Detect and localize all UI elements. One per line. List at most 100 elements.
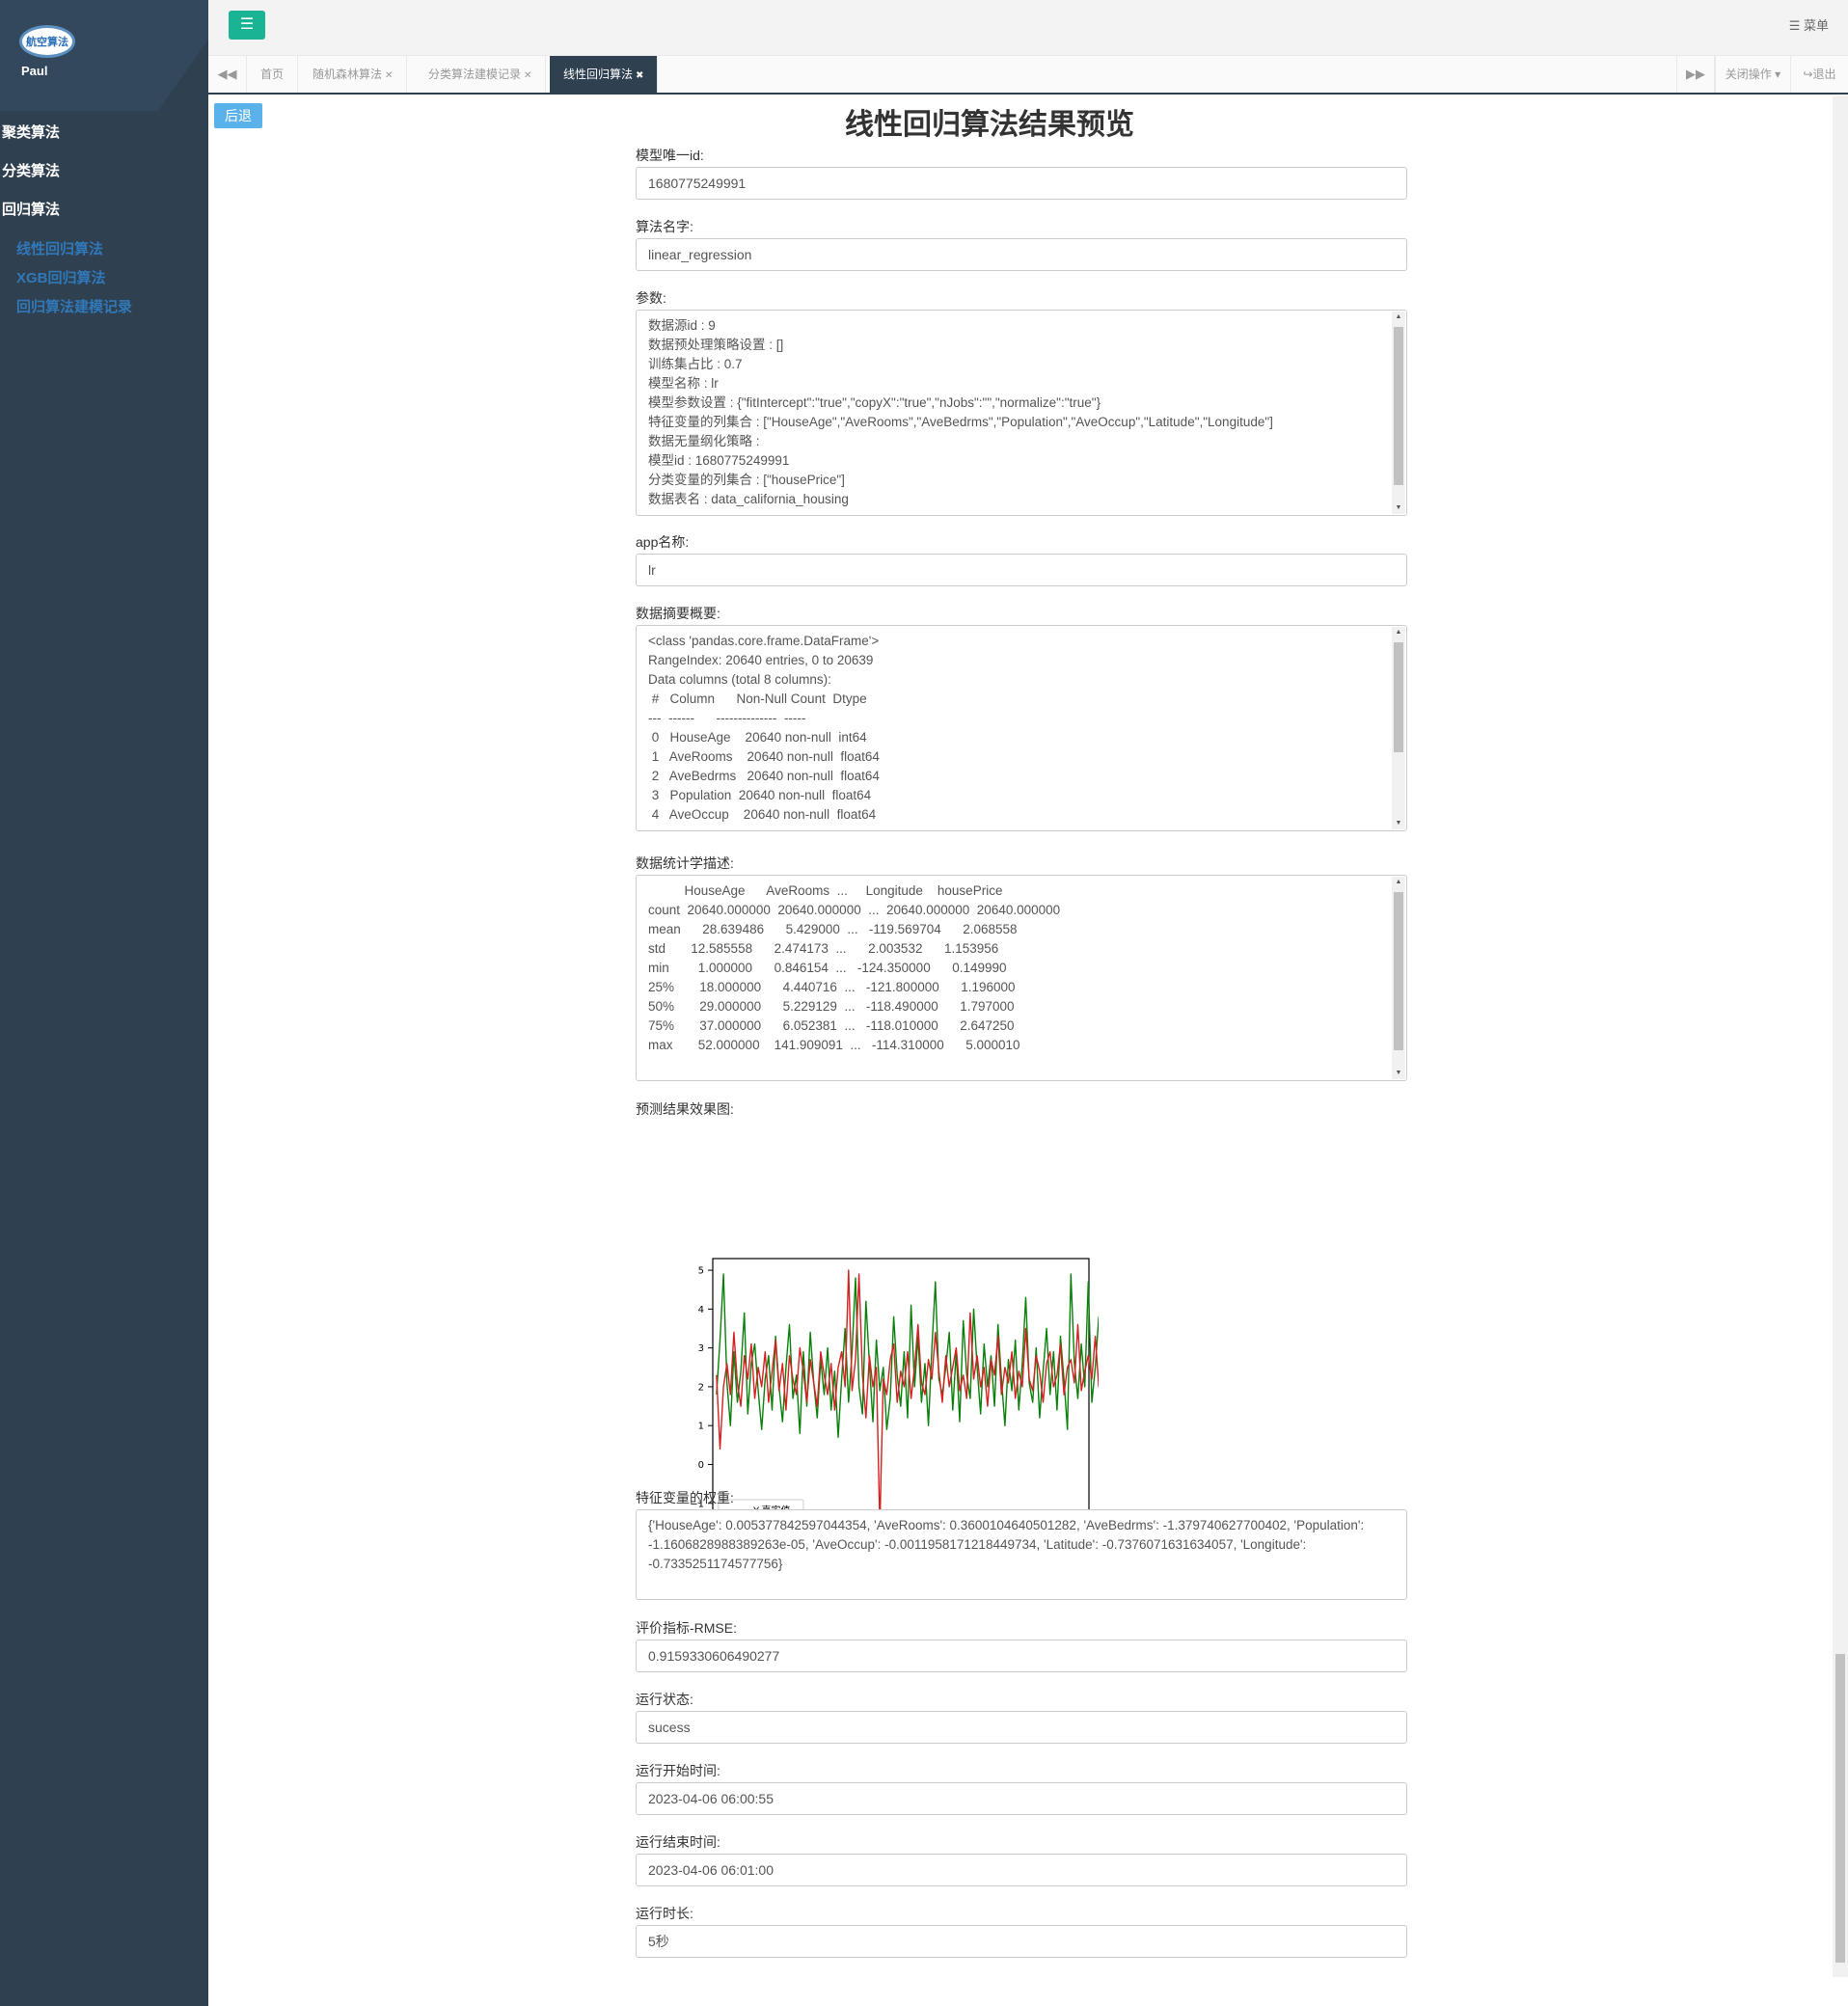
field-label: 运行状态:	[636, 1692, 693, 1707]
arrow-down-icon[interactable]: ▼	[1392, 1068, 1405, 1079]
scrollbar[interactable]: ▲ ▼	[1392, 312, 1405, 514]
app-name-input[interactable]: lr	[636, 554, 1407, 586]
close-ops-label: 关闭操作	[1725, 68, 1772, 81]
field-label: app名称:	[636, 534, 690, 550]
params-text: 数据源id : 9 数据预处理策略设置 : [] 训练集占比 : 0.7 模型名…	[648, 318, 1273, 506]
field-algo-name: 算法名字: linear_regression	[636, 217, 1407, 271]
tab-bar: ◀◀ 首页 随机森林算法 ✕ 分类算法建模记录 ✕ 线性回归算法 ✖ ▶▶ 关闭操作 …	[208, 56, 1848, 95]
sidebar-item-classification[interactable]: 分类算法	[0, 152, 208, 191]
field-summary: 数据摘要概要: <class 'pandas.core.frame.DataFr…	[636, 604, 1407, 831]
field-label: 运行时长:	[636, 1906, 693, 1921]
tab-random-forest[interactable]: 随机森林算法 ✕	[299, 56, 408, 93]
arrow-down-icon[interactable]: ▼	[1392, 502, 1405, 514]
sidebar: 航空算法 Paul 聚类算法 分类算法 回归算法 线性回归算法 XGB回归算法 …	[0, 0, 208, 2006]
sidebar-subitem-linear-regression[interactable]: 线性回归算法	[0, 235, 208, 264]
profile-header: 航空算法 Paul	[0, 0, 208, 111]
duration-input[interactable]: 5秒	[636, 1925, 1407, 1958]
logo-text: 航空算法	[26, 37, 68, 48]
close-icon[interactable]: ✖	[636, 70, 643, 81]
field-label: 评价指标-RMSE:	[636, 1620, 737, 1636]
menu-toggle-button[interactable]: ☰	[229, 11, 265, 40]
sidebar-item-regression[interactable]: 回归算法	[0, 191, 208, 230]
tab-label: 首页	[260, 68, 285, 81]
start-time-input[interactable]: 2023-04-06 06:00:55	[636, 1782, 1407, 1815]
sidebar-subitem-regression-records[interactable]: 回归算法建模记录	[0, 293, 208, 322]
tab-label: 线性回归算法	[563, 68, 634, 81]
menu-link[interactable]: ☰ 菜单	[1789, 15, 1829, 34]
logo: 航空算法	[19, 25, 75, 58]
field-label: 算法名字:	[636, 219, 693, 234]
tab-scroll-right-button[interactable]: ▶▶	[1676, 56, 1715, 93]
field-chart: 预测结果效果图:	[636, 1099, 1407, 1119]
logout-label: 退出	[1812, 68, 1836, 81]
field-status: 运行状态: sucess	[636, 1690, 1407, 1744]
tab-label: 随机森林算法	[313, 68, 383, 81]
field-label: 模型唯一id:	[636, 148, 704, 163]
summary-text: <class 'pandas.core.frame.DataFrame'> Ra…	[648, 634, 880, 822]
y-tick-label: 1	[698, 1422, 704, 1432]
field-label: 参数:	[636, 290, 666, 306]
field-label: 数据统计学描述:	[636, 855, 734, 871]
field-label: 特征变量的权重:	[636, 1490, 734, 1505]
weights-textarea[interactable]: {'HouseAge': 0.005377842597044354, 'AveR…	[636, 1509, 1407, 1600]
y-tick-label: 4	[698, 1305, 704, 1315]
page-scrollbar[interactable]	[1833, 96, 1848, 1977]
y-tick-label: 5	[698, 1266, 704, 1277]
scrollbar[interactable]: ▲ ▼	[1392, 877, 1405, 1079]
list-icon: ☰	[1788, 18, 1801, 33]
y-tick-label: 0	[698, 1460, 704, 1471]
field-label: 运行开始时间:	[636, 1763, 720, 1778]
logout-button[interactable]: ↪退出	[1790, 56, 1848, 93]
field-duration: 运行时长: 5秒	[636, 1904, 1407, 1958]
close-icon[interactable]: ✕	[524, 70, 531, 81]
arrow-up-icon[interactable]: ▲	[1392, 312, 1405, 323]
params-textarea[interactable]: 数据源id : 9 数据预处理策略设置 : [] 训练集占比 : 0.7 模型名…	[636, 310, 1407, 516]
main-content: 线性回归算法结果预览 后退 模型唯一id: 1680775249991 算法名字…	[208, 96, 1848, 2006]
y-tick-label: 2	[698, 1382, 704, 1393]
field-params: 参数: 数据源id : 9 数据预处理策略设置 : [] 训练集占比 : 0.7…	[636, 288, 1407, 516]
back-button[interactable]: 后退	[214, 103, 262, 128]
close-operations-dropdown[interactable]: 关闭操作 ▾	[1715, 56, 1790, 93]
scrollbar[interactable]: ▲ ▼	[1392, 627, 1405, 829]
tab-label: 分类算法建模记录	[428, 68, 522, 81]
y-tick-label: 3	[698, 1343, 704, 1354]
stats-textarea[interactable]: HouseAge AveRooms ... Longitude housePri…	[636, 875, 1407, 1081]
tab-scroll-left-button[interactable]: ◀◀	[208, 56, 247, 93]
rmse-input[interactable]: 0.9159330606490277	[636, 1640, 1407, 1672]
field-app-name: app名称: lr	[636, 532, 1407, 586]
end-time-input[interactable]: 2023-04-06 06:01:00	[636, 1854, 1407, 1886]
page-title: 线性回归算法结果预览	[845, 109, 1134, 141]
double-chevron-left-icon: ◀◀	[217, 67, 237, 81]
field-label: 预测结果效果图:	[636, 1101, 734, 1117]
field-rmse: 评价指标-RMSE: 0.9159330606490277	[636, 1618, 1407, 1672]
stats-text: HouseAge AveRooms ... Longitude housePri…	[648, 883, 1061, 1052]
double-chevron-right-icon: ▶▶	[1686, 67, 1705, 81]
field-model-id: 模型唯一id: 1680775249991	[636, 146, 1407, 200]
top-navbar: ☰ ☰ 菜单	[208, 0, 1848, 56]
sign-out-icon: ↪	[1803, 68, 1813, 81]
field-weights: 特征变量的权重: {'HouseAge': 0.0053778425970443…	[636, 1488, 1407, 1600]
user-name[interactable]: Paul	[21, 64, 47, 78]
arrow-up-icon[interactable]: ▲	[1392, 877, 1405, 888]
tab-linear-regression[interactable]: 线性回归算法 ✖	[550, 56, 659, 93]
arrow-up-icon[interactable]: ▲	[1392, 627, 1405, 638]
sidebar-item-cluster[interactable]: 聚类算法	[0, 114, 208, 152]
summary-textarea[interactable]: <class 'pandas.core.frame.DataFrame'> Ra…	[636, 625, 1407, 831]
arrow-down-icon[interactable]: ▼	[1392, 818, 1405, 829]
field-start-time: 运行开始时间: 2023-04-06 06:00:55	[636, 1761, 1407, 1815]
field-label: 运行结束时间:	[636, 1834, 720, 1850]
weights-text: {'HouseAge': 0.005377842597044354, 'AveR…	[648, 1518, 1365, 1571]
tab-classification-records[interactable]: 分类算法建模记录 ✕	[415, 56, 547, 93]
sidebar-nav: 聚类算法 分类算法 回归算法 线性回归算法 XGB回归算法 回归算法建模记录	[0, 114, 208, 322]
hamburger-icon: ☰	[239, 16, 255, 33]
tab-home[interactable]: 首页	[247, 56, 299, 93]
caret-down-icon: ▾	[1775, 68, 1781, 81]
field-stats: 数据统计学描述: HouseAge AveRooms ... Longitude…	[636, 854, 1407, 1081]
sidebar-subitem-xgb-regression[interactable]: XGB回归算法	[0, 264, 208, 293]
model-id-input[interactable]: 1680775249991	[636, 167, 1407, 200]
close-icon[interactable]: ✕	[385, 70, 393, 81]
field-end-time: 运行结束时间: 2023-04-06 06:01:00	[636, 1832, 1407, 1886]
status-input[interactable]: sucess	[636, 1711, 1407, 1744]
algo-name-input[interactable]: linear_regression	[636, 238, 1407, 271]
field-label: 数据摘要概要:	[636, 606, 720, 621]
